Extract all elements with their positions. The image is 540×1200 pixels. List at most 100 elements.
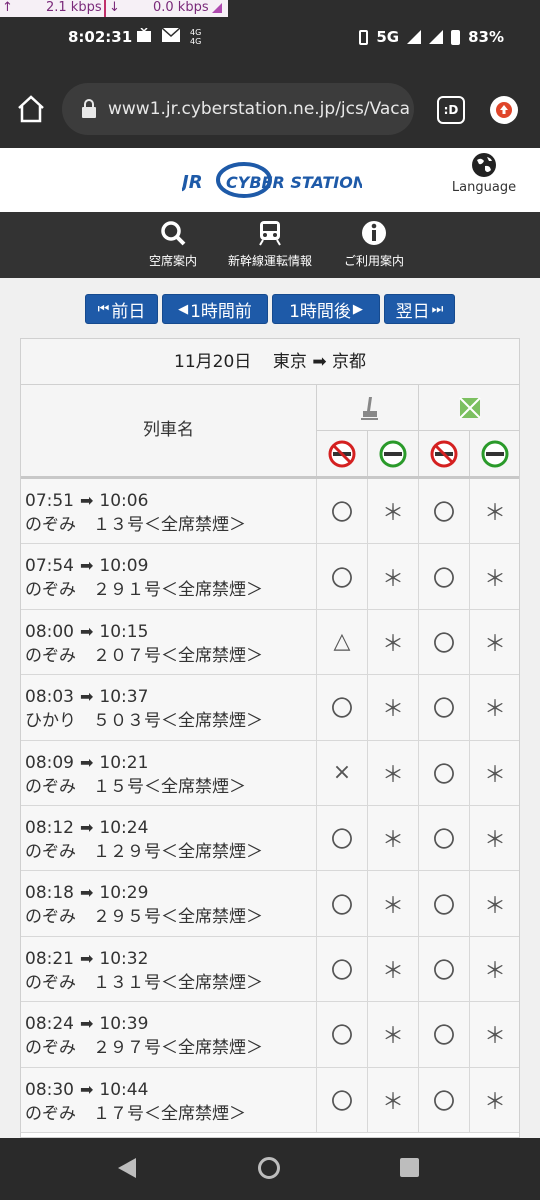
seat-status-ordinary-nonsmoking[interactable]: 〇 <box>317 479 368 544</box>
seat-status-ordinary-nonsmoking[interactable]: △ <box>317 609 368 675</box>
seat-status-green-nonsmoking[interactable]: 〇 <box>419 544 470 609</box>
search-icon <box>161 221 186 246</box>
seat-status-green-nonsmoking[interactable]: 〇 <box>419 1067 470 1132</box>
seat-status-green-nonsmoking[interactable]: 〇 <box>419 871 470 936</box>
seat-status-ordinary-nonsmoking[interactable]: 〇 <box>317 675 368 740</box>
speed-divider <box>104 0 106 17</box>
train-name-header: 列車名 <box>21 385 317 476</box>
seat-status-green-nonsmoking[interactable]: 〇 <box>419 479 470 544</box>
departure-time: 08:12 <box>25 817 74 838</box>
seat-status-green-smoking: ＊ <box>470 937 519 1001</box>
route-arrow-icon: ➡ <box>312 352 327 372</box>
update-arrow-icon <box>496 102 512 118</box>
seat-status-ordinary-smoking: ＊ <box>368 936 419 1002</box>
seat-status-ordinary-nonsmoking: × <box>317 740 368 805</box>
seat-icon <box>360 396 378 420</box>
prev-hour-button[interactable]: ◀ 1時間前 <box>162 294 268 324</box>
site-header: JR CYBER STATION Language <box>0 148 540 212</box>
prev-day-button[interactable]: ⏮ 前日 <box>85 294 158 324</box>
no-smoking-icon <box>430 440 458 467</box>
table-row: 08:12 ➡ 10:24 のぞみ １２９号＜全席禁煙＞ 〇 ＊ 〇 ＊ <box>21 805 519 872</box>
route-date-header: 11月20日 東京 ➡ 京都 <box>21 339 519 385</box>
seat-status-green-nonsmoking[interactable]: 〇 <box>419 805 470 871</box>
jr-cyber-station-logo[interactable]: JR CYBER STATION <box>179 162 367 198</box>
seat-status-ordinary-smoking: ＊ <box>368 1067 419 1132</box>
home-icon[interactable] <box>16 94 46 124</box>
seat-status-ordinary-smoking: ＊ <box>368 544 419 609</box>
globe-icon <box>472 153 496 177</box>
update-button[interactable] <box>490 96 518 124</box>
table-row: 08:18 ➡ 10:29 のぞみ ２９５号＜全席禁煙＞ 〇 ＊ 〇 ＊ <box>21 871 519 937</box>
battery-icon <box>451 29 461 45</box>
info-icon <box>362 221 386 245</box>
seat-status-green-nonsmoking[interactable]: 〇 <box>419 609 470 675</box>
departure-time: 08:24 <box>25 1014 74 1035</box>
train-name: のぞみ １５号＜全席禁煙＞ <box>25 776 246 797</box>
seat-status-ordinary-nonsmoking[interactable]: 〇 <box>317 936 368 1002</box>
table-row: 08:00 ➡ 10:15 のぞみ ２０７号＜全席禁煙＞ △ ＊ 〇 ＊ <box>21 609 519 676</box>
train-info: 08:24 ➡ 10:39 のぞみ ２９７号＜全席禁煙＞ <box>21 1002 317 1067</box>
seat-status-ordinary-smoking: ＊ <box>368 805 419 871</box>
seat-status-green-smoking: ＊ <box>470 675 519 739</box>
table-row: 08:30 ➡ 10:44 のぞみ １７号＜全席禁煙＞ 〇 ＊ 〇 ＊ <box>21 1067 519 1133</box>
back-icon[interactable] <box>118 1158 136 1178</box>
tab-switcher-button[interactable]: :D <box>437 96 465 124</box>
seat-status-ordinary-smoking: ＊ <box>368 740 419 805</box>
svg-text:4G: 4G <box>190 28 201 37</box>
seat-status-ordinary-nonsmoking[interactable]: 〇 <box>317 544 368 609</box>
seat-status-green-smoking: ＊ <box>470 1002 519 1066</box>
clock: 8:02:31 <box>68 28 133 46</box>
arrow-icon: ➡ <box>80 1079 94 1099</box>
seat-status-green-nonsmoking[interactable]: 〇 <box>419 1002 470 1067</box>
seat-status-ordinary-smoking: ＊ <box>368 1002 419 1067</box>
nav-item-user-guide[interactable]: ご利用案内 <box>334 220 414 269</box>
seat-status-ordinary-nonsmoking[interactable]: 〇 <box>317 871 368 936</box>
arrow-icon: ➡ <box>80 621 94 641</box>
tv-icon <box>137 28 151 42</box>
language-selector[interactable]: Language <box>448 152 520 195</box>
departure-time: 08:21 <box>25 948 74 969</box>
green-non-smoking-header <box>419 431 470 476</box>
battery-level: 83% <box>468 28 504 46</box>
recent-apps-icon[interactable] <box>400 1158 419 1177</box>
departure-time: 08:30 <box>25 1079 74 1100</box>
table-row: 08:21 ➡ 10:32 のぞみ １３１号＜全席禁煙＞ 〇 ＊ 〇 ＊ <box>21 936 519 1003</box>
main-nav: 空席案内 新幹線運転情報 ご利用案内 <box>0 212 540 278</box>
language-label: Language <box>451 180 517 195</box>
train-name: のぞみ ２９５号＜全席禁煙＞ <box>25 907 263 928</box>
arrow-icon: ➡ <box>80 687 94 707</box>
green-smoking-header <box>470 431 519 476</box>
url-bar[interactable]: www1.jr.cyberstation.ne.jp/jcs/Vaca <box>62 83 414 135</box>
next-hour-button[interactable]: 1時間後 ▶ <box>272 294 380 324</box>
arrow-icon: ➡ <box>80 948 94 968</box>
seat-status-ordinary-nonsmoking[interactable]: 〇 <box>317 1067 368 1132</box>
arrival-time: 10:37 <box>99 687 149 708</box>
arrival-time: 10:06 <box>99 491 149 511</box>
nav-item-shinkansen-status[interactable]: 新幹線運転情報 <box>218 220 322 269</box>
nav-item-seat-availability[interactable]: 空席案内 <box>140 220 206 269</box>
train-info: 07:54 ➡ 10:09 のぞみ ２９１号＜全席禁煙＞ <box>21 544 317 609</box>
smoking-icon <box>379 440 407 467</box>
seat-status-green-smoking: ＊ <box>470 544 519 608</box>
train-name: のぞみ １７号＜全席禁煙＞ <box>25 1103 246 1124</box>
arrow-icon: ➡ <box>80 1014 94 1034</box>
seat-status-green-nonsmoking[interactable]: 〇 <box>419 936 470 1002</box>
home-circle-icon[interactable] <box>258 1157 280 1179</box>
arrow-icon: ➡ <box>80 883 94 903</box>
departure-time: 07:51 <box>25 491 74 511</box>
seat-status-green-nonsmoking[interactable]: 〇 <box>419 740 470 805</box>
arrival-time: 10:32 <box>99 948 149 969</box>
download-arrow-icon: ↓ <box>109 0 120 15</box>
seat-status-ordinary-nonsmoking[interactable]: 〇 <box>317 805 368 871</box>
arrival-time: 10:44 <box>99 1079 149 1100</box>
origin-station: 東京 <box>272 352 307 372</box>
skip-forward-icon: ⏭ <box>431 301 444 317</box>
next-day-button[interactable]: 翌日 ⏭ <box>384 294 455 324</box>
smoking-icon <box>481 440 509 467</box>
departure-time: 08:00 <box>25 621 74 642</box>
train-name: ひかり ５０３号＜全席禁煙＞ <box>25 711 263 732</box>
seat-status-ordinary-nonsmoking[interactable]: 〇 <box>317 1002 368 1067</box>
skip-back-icon: ⏮ <box>97 301 110 317</box>
ordinary-non-smoking-header <box>317 431 368 476</box>
seat-status-green-nonsmoking[interactable]: 〇 <box>419 675 470 740</box>
